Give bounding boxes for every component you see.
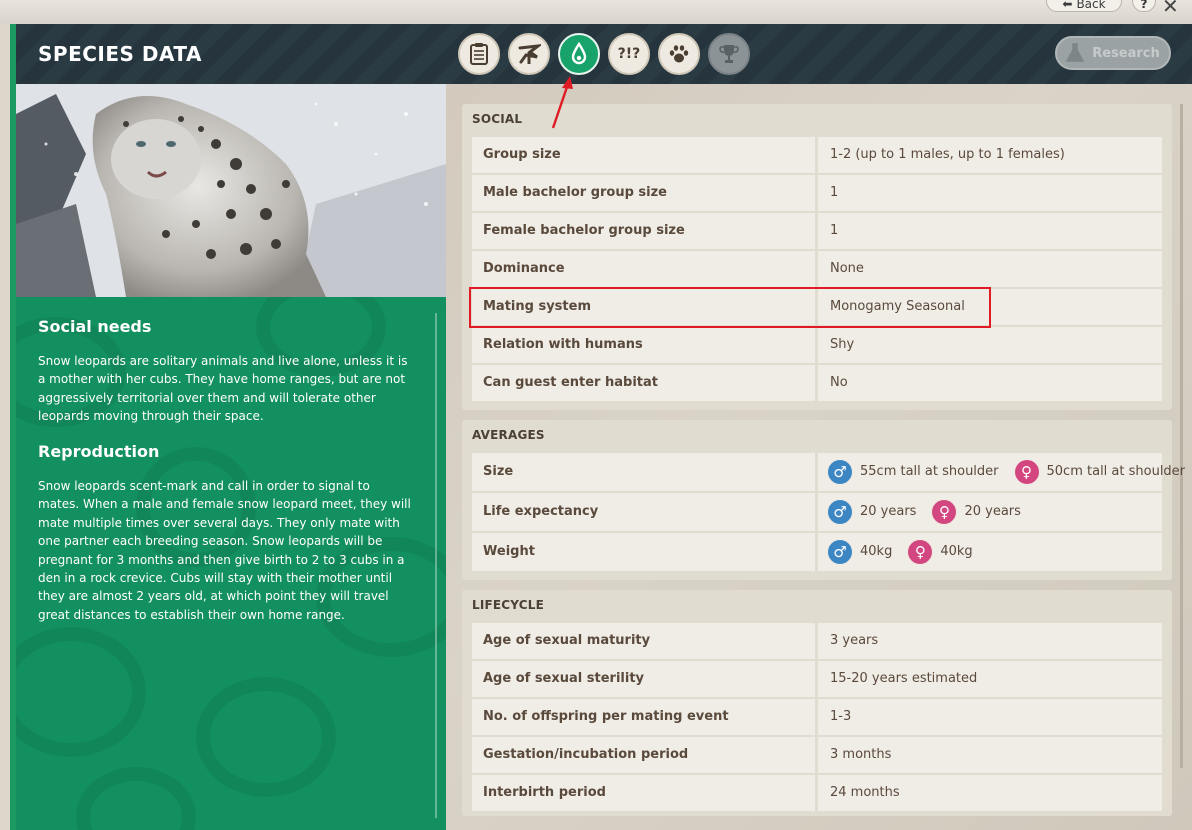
section-title: SOCIAL [472, 112, 523, 126]
trophy-icon [719, 45, 739, 63]
clipboard-icon [470, 43, 488, 65]
social-section: SOCIAL Group size 1-2 (up to 1 males, up … [462, 104, 1172, 410]
annotation-arrow [551, 76, 573, 129]
row-value: ♂ 20 years ♀ 20 years [818, 493, 1162, 531]
social-needs-heading: Social needs [38, 317, 152, 336]
female-icon: ♀ [932, 500, 957, 524]
lifecycle-section: LIFECYCLE Age of sexual maturity 3 years … [462, 590, 1172, 816]
row-label: Size [472, 453, 815, 491]
row-value: 1-2 (up to 1 males, up to 1 females) [818, 137, 1162, 173]
species-photo [16, 84, 446, 297]
row-label: Male bachelor group size [472, 175, 815, 211]
table-row: Female bachelor group size 1 [472, 213, 1162, 249]
female-icon: ♀ [908, 540, 933, 564]
row-label: Age of sexual maturity [472, 623, 815, 659]
row-value: ♂ 40kg ♀ 40kg [818, 533, 1162, 571]
questions-icon: ?!? [617, 46, 641, 62]
tab-awards [708, 33, 750, 75]
table-row: Relation with humans Shy [472, 327, 1162, 363]
averages-section: AVERAGES Size ♂ 55cm tall at shoulder ♀ 50… [462, 420, 1185, 580]
arrow-left-icon: ⬅ [1062, 0, 1073, 11]
left-scrollbar[interactable] [435, 313, 437, 818]
table-row: No. of offspring per mating event 1-3 [472, 699, 1162, 735]
species-header: SPECIES DATA ?!? Research [16, 24, 1192, 84]
row-label: Weight [472, 533, 815, 571]
table-row: Weight ♂ 40kg ♀ 40kg [472, 533, 1162, 571]
row-label: Female bachelor group size [472, 213, 815, 249]
table-row: Gestation/incubation period 3 months [472, 737, 1162, 773]
row-value: ♂ 55cm tall at shoulder ♀ 50cm tall at sho… [818, 453, 1185, 491]
row-value: 1 [818, 213, 1162, 249]
row-value: 3 months [818, 737, 1162, 773]
row-value: 1-3 [818, 699, 1162, 735]
section-title: AVERAGES [472, 428, 545, 442]
help-button[interactable]: ? [1132, 0, 1156, 12]
row-label: Dominance [472, 251, 815, 287]
drop-icon [571, 42, 587, 65]
close-icon[interactable]: ✕ [1162, 0, 1179, 18]
table-row: Group size 1-2 (up to 1 males, up to 1 fe… [472, 137, 1162, 173]
tab-overview[interactable] [458, 33, 500, 75]
tab-habitat[interactable] [508, 33, 550, 75]
male-icon: ♂ [828, 500, 852, 524]
row-value: None [818, 251, 1162, 287]
window-top-strip: ⬅ Back ? ✕ [0, 0, 1192, 24]
female-icon: ♀ [1014, 460, 1039, 484]
table-row: Interbirth period 24 months [472, 775, 1162, 811]
back-label: Back [1076, 0, 1106, 11]
male-value: 55cm tall at shoulder [860, 464, 999, 479]
info-panel: Social needs Snow leopards are solitary … [16, 297, 446, 830]
row-label: Life expectancy [472, 493, 815, 531]
row-label: Age of sexual sterility [472, 661, 815, 697]
research-label: Research [1092, 45, 1160, 61]
reproduction-heading: Reproduction [38, 442, 160, 461]
tab-enrichment[interactable] [658, 33, 700, 75]
row-value: 1 [818, 175, 1162, 211]
table-row: Male bachelor group size 1 [472, 175, 1162, 211]
female-value: 50cm tall at shoulder [1046, 464, 1186, 479]
row-value: 15-20 years estimated [818, 661, 1162, 697]
table-row: Dominance None [472, 251, 1162, 287]
flask-icon [1066, 43, 1085, 62]
male-icon: ♂ [828, 540, 852, 564]
row-value: Shy [818, 327, 1162, 363]
paw-icon [669, 45, 689, 63]
row-label: Interbirth period [472, 775, 815, 811]
research-button[interactable]: Research [1055, 36, 1171, 70]
row-label: No. of offspring per mating event [472, 699, 815, 735]
back-button[interactable]: ⬅ Back [1046, 0, 1122, 12]
page-title: SPECIES DATA [38, 42, 202, 66]
tree-icon [518, 44, 541, 64]
right-scrollbar[interactable] [1180, 104, 1183, 768]
row-value: 24 months [818, 775, 1162, 811]
social-needs-text: Snow leopards are solitary animals and l… [38, 354, 408, 424]
table-row: Age of sexual maturity 3 years [472, 623, 1162, 659]
reproduction-text: Snow leopards scent-mark and call in ord… [38, 479, 411, 622]
row-label: Can guest enter habitat [472, 365, 815, 401]
section-title: LIFECYCLE [472, 598, 545, 612]
row-value: No [818, 365, 1162, 401]
table-row: Age of sexual sterility 15-20 years estim… [472, 661, 1162, 697]
row-label: Relation with humans [472, 327, 815, 363]
male-value: 20 years [860, 504, 917, 519]
highlight-box [469, 287, 991, 328]
row-label: Group size [472, 137, 815, 173]
table-row: Size ♂ 55cm tall at shoulder ♀ 50cm tall a… [472, 453, 1185, 491]
female-value: 20 years [964, 504, 1021, 519]
row-label: Gestation/incubation period [472, 737, 815, 773]
female-value: 40kg [940, 544, 973, 559]
table-row: Can guest enter habitat No [472, 365, 1162, 401]
tab-behaviour[interactable]: ?!? [608, 33, 650, 75]
tab-social[interactable] [558, 33, 600, 75]
male-icon: ♂ [828, 460, 852, 484]
row-value: 3 years [818, 623, 1162, 659]
snow-leopard-image [16, 84, 446, 297]
table-row: Life expectancy ♂ 20 years ♀ 20 years [472, 493, 1162, 531]
male-value: 40kg [860, 544, 893, 559]
